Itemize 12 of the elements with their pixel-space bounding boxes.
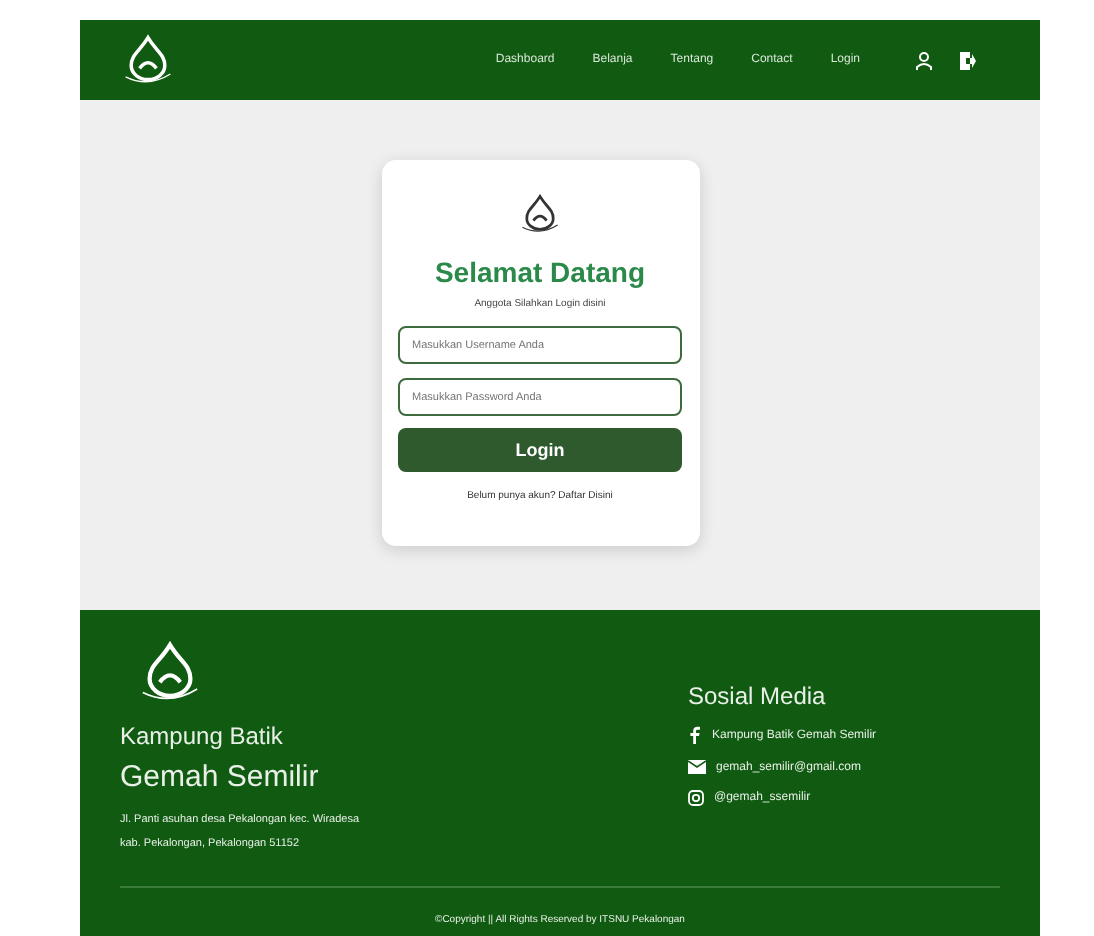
envelope-icon[interactable] bbox=[688, 760, 706, 774]
user-icon[interactable] bbox=[916, 51, 932, 69]
brand-name: Gemah Semilir bbox=[120, 760, 321, 794]
instagram-icon[interactable] bbox=[688, 790, 704, 806]
logo-icon bbox=[518, 192, 562, 236]
brand-name: Kampung Batik bbox=[120, 722, 285, 750]
welcome-title: Selamat Datang bbox=[434, 256, 646, 288]
logo-icon bbox=[120, 32, 176, 88]
logout-icon[interactable] bbox=[960, 51, 976, 69]
facebook-icon[interactable] bbox=[688, 726, 702, 744]
section-title: Sosial Media bbox=[688, 682, 828, 710]
login-button[interactable]: Login bbox=[398, 428, 682, 472]
